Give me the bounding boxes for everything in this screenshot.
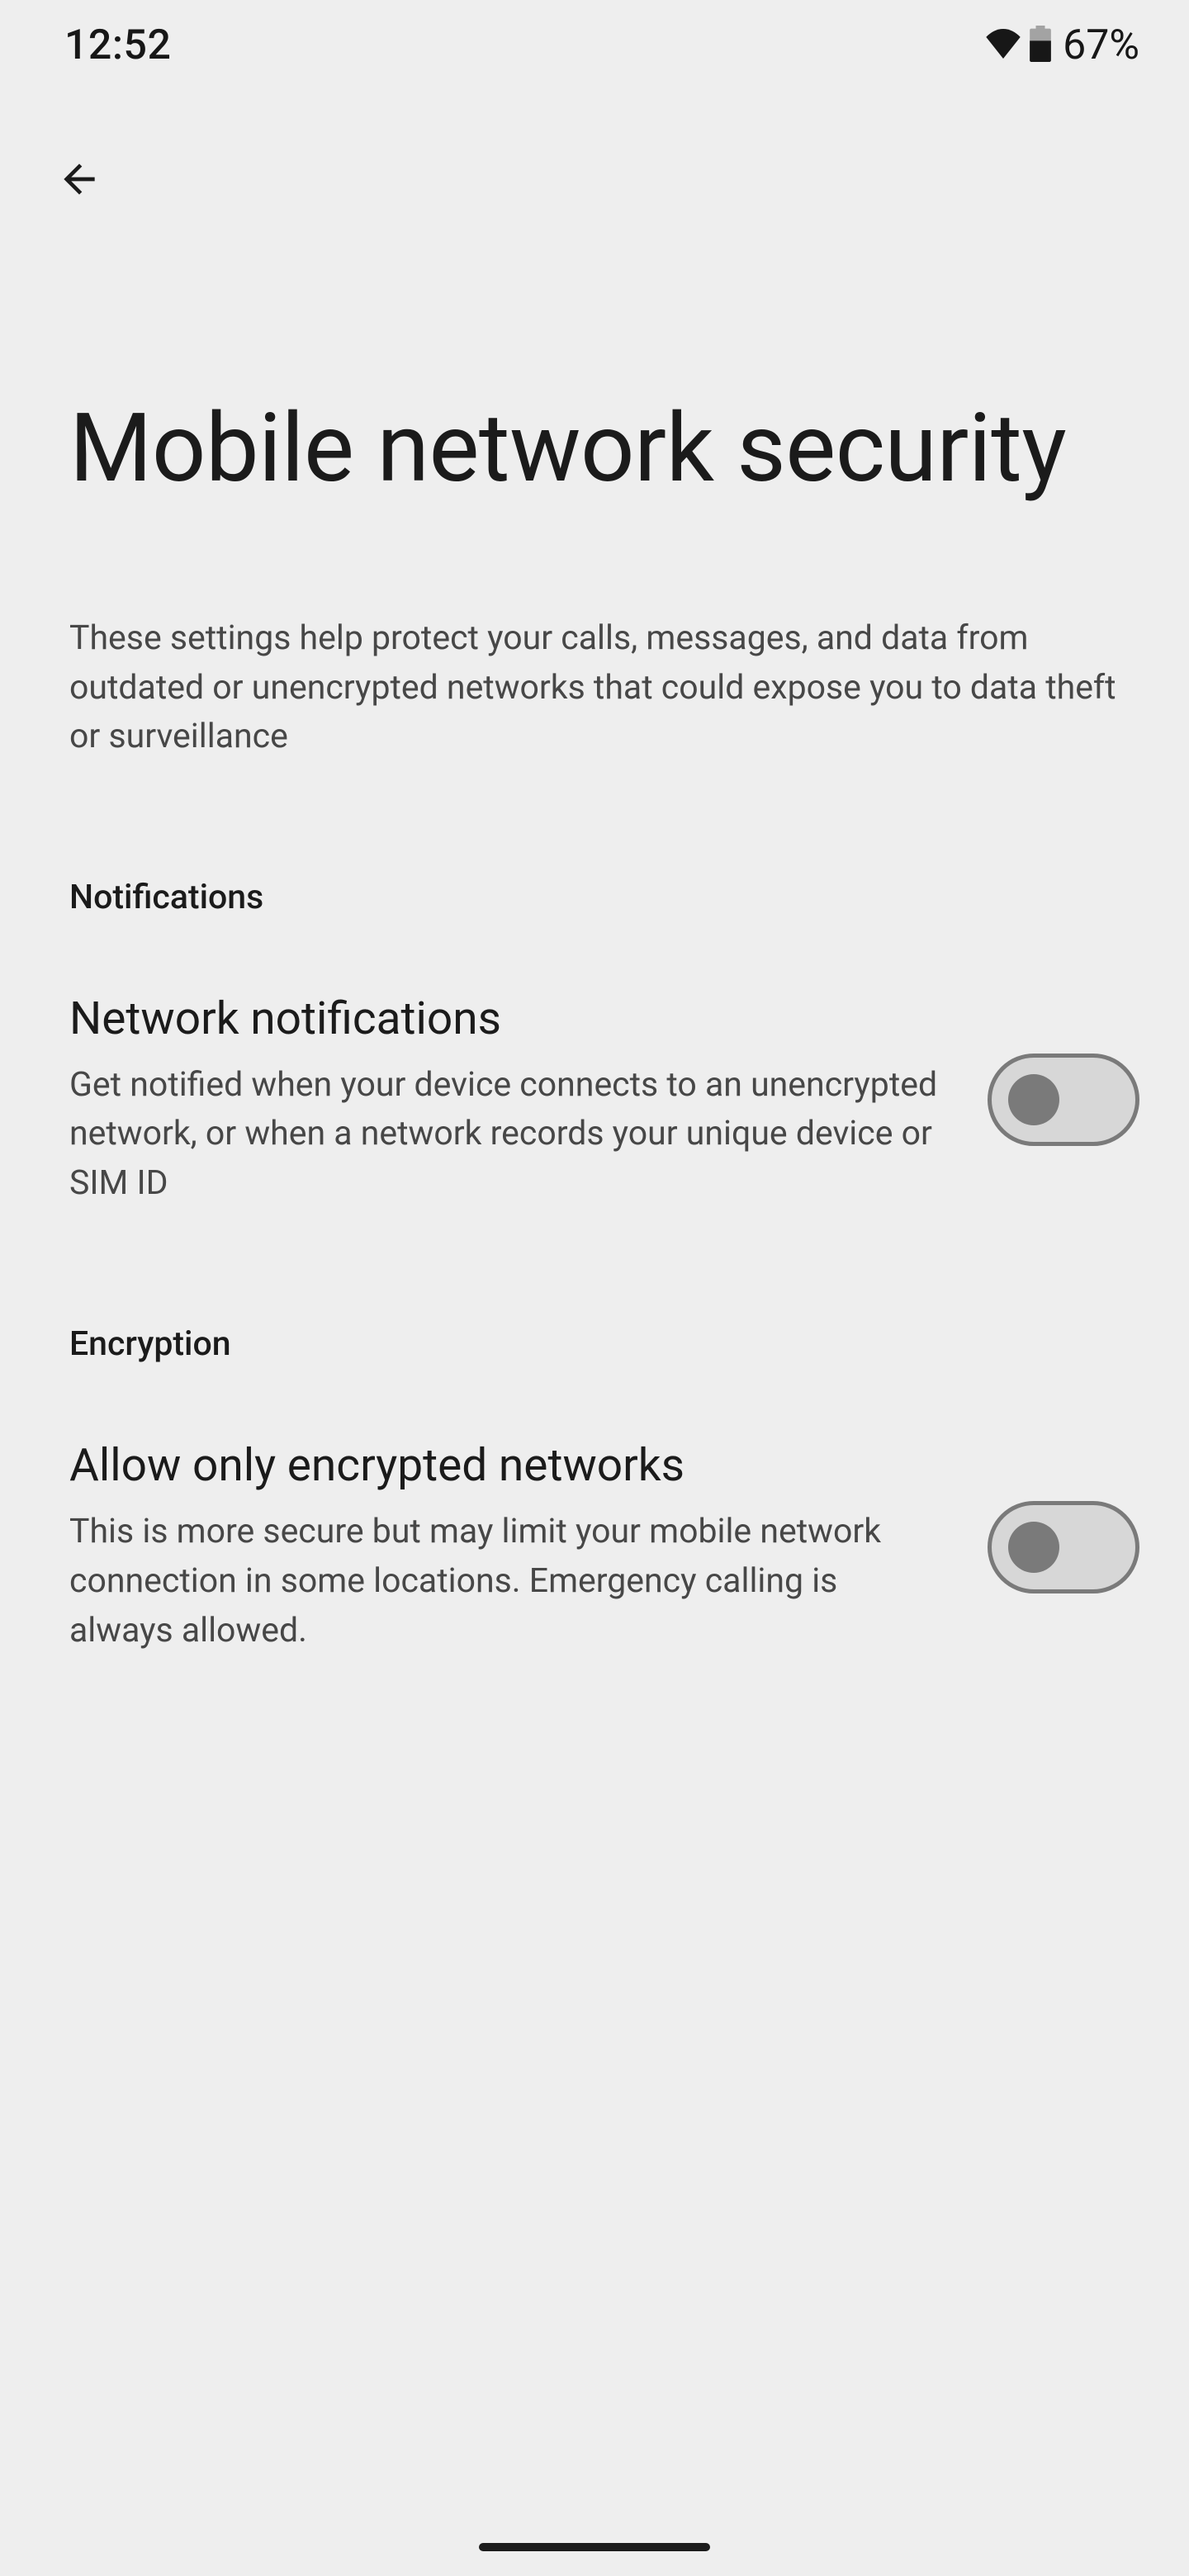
switch-thumb bbox=[1008, 1522, 1059, 1573]
app-bar bbox=[0, 91, 1189, 210]
switch-thumb bbox=[1008, 1074, 1059, 1125]
page-title: Mobile network security bbox=[0, 210, 1189, 507]
setting-title: Network notifications bbox=[69, 992, 948, 1046]
setting-network-notifications[interactable]: Network notifications Get notified when … bbox=[0, 917, 1189, 1210]
allow-only-encrypted-toggle[interactable] bbox=[988, 1501, 1139, 1593]
setting-text: Network notifications Get notified when … bbox=[69, 992, 948, 1210]
status-bar: 12:52 67% bbox=[0, 0, 1189, 91]
section-header-notifications: Notifications bbox=[0, 762, 1189, 917]
setting-title: Allow only encrypted networks bbox=[69, 1438, 948, 1493]
battery-percent: 67% bbox=[1063, 21, 1139, 69]
back-button[interactable] bbox=[50, 150, 109, 210]
setting-description: Get notified when your device connects t… bbox=[69, 1061, 948, 1210]
status-time: 12:52 bbox=[64, 21, 171, 69]
arrow-back-icon bbox=[56, 156, 102, 205]
setting-description: This is more secure but may limit your m… bbox=[69, 1508, 948, 1656]
wifi-icon bbox=[985, 29, 1021, 62]
setting-text: Allow only encrypted networks This is mo… bbox=[69, 1438, 948, 1656]
setting-allow-only-encrypted[interactable]: Allow only encrypted networks This is mo… bbox=[0, 1364, 1189, 1656]
section-header-encryption: Encryption bbox=[0, 1209, 1189, 1364]
navigation-handle[interactable] bbox=[479, 2543, 710, 2551]
battery-icon bbox=[1030, 26, 1051, 65]
page-description: These settings help protect your calls, … bbox=[0, 507, 1189, 761]
status-right-cluster: 67% bbox=[985, 21, 1139, 69]
network-notifications-toggle[interactable] bbox=[988, 1054, 1139, 1146]
